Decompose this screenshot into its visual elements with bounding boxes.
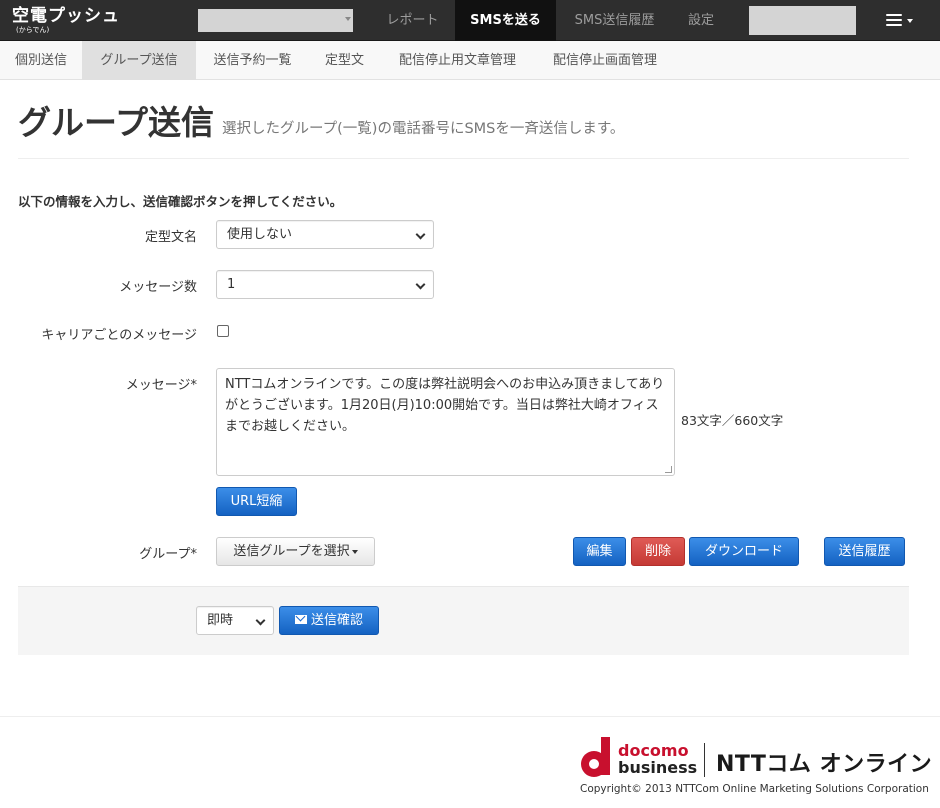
hamburger-icon: [886, 14, 902, 29]
tab-group-send[interactable]: グループ送信: [82, 41, 196, 80]
chevron-down-icon: [415, 279, 426, 290]
sub-navigation: 個別送信 グループ送信 送信予約一覧 定型文 配信停止用文章管理 配信停止画面管…: [0, 41, 940, 80]
message-count-label: メッセージ数: [119, 280, 197, 295]
send-confirm-label: 送信確認: [310, 613, 363, 628]
business-logo-text: business: [618, 758, 698, 777]
tab-unsubscribe-page[interactable]: 配信停止画面管理: [535, 41, 675, 80]
send-timing-value: 即時: [207, 613, 234, 628]
tab-templates[interactable]: 定型文: [309, 41, 380, 80]
template-label: 定型文名: [144, 230, 197, 245]
download-button[interactable]: ダウンロード: [689, 537, 799, 566]
tab-scheduled-list[interactable]: 送信予約一覧: [196, 41, 309, 80]
docomo-d-logo-icon: [581, 737, 610, 777]
carrier-message-label: キャリアごとのメッセージ: [41, 328, 197, 343]
submit-panel: [18, 586, 909, 655]
footer-divider: [0, 716, 940, 717]
char-count: 83文字／660文字: [681, 413, 784, 428]
redacted-account-area: [749, 6, 856, 35]
brand-logo[interactable]: 空電プッシュ (からでん): [12, 6, 120, 34]
message-textarea[interactable]: NTTコムオンラインです。この度は弊社説明会へのお申込み頂きましてありがとうござ…: [216, 368, 675, 476]
chevron-down-icon: [345, 17, 351, 21]
message-count-value: 1: [227, 277, 236, 292]
instruction-text: 以下の情報を入力し、送信確認ボタンを押してください。: [18, 194, 343, 209]
ntt-com-online-logo: NTTコム オンライン: [716, 752, 933, 777]
message-label: メッセージ*: [125, 378, 197, 393]
group-select-label: 送信グループを選択: [233, 544, 350, 559]
tab-individual-send[interactable]: 個別送信: [0, 41, 82, 80]
send-timing-select[interactable]: 即時: [196, 606, 274, 635]
divider: [18, 158, 909, 159]
nav-sms-history[interactable]: SMS送信履歴: [556, 0, 673, 41]
chevron-down-icon: [255, 615, 266, 626]
group-select-button[interactable]: 送信グループを選択: [216, 537, 375, 566]
top-navbar: 空電プッシュ (からでん) レポート SMSを送る SMS送信履歴 設定: [0, 0, 940, 41]
brand-reading: (からでん): [16, 26, 50, 34]
docomo-logo-text: docomo: [618, 741, 689, 760]
nav-send-sms[interactable]: SMSを送る: [455, 0, 556, 41]
send-history-button[interactable]: 送信履歴: [824, 537, 905, 566]
template-select[interactable]: 使用しない: [216, 220, 434, 249]
carrier-message-checkbox[interactable]: [217, 325, 229, 337]
caret-down-icon: [351, 549, 358, 554]
send-confirm-button[interactable]: 送信確認: [279, 606, 379, 635]
edit-button[interactable]: 編集: [573, 537, 626, 566]
nav-settings[interactable]: 設定: [673, 0, 729, 41]
template-selected-value: 使用しない: [227, 227, 293, 242]
page-title: グループ送信: [18, 103, 215, 142]
chevron-down-icon: [415, 229, 426, 240]
tab-unsubscribe-text[interactable]: 配信停止用文章管理: [380, 41, 535, 80]
copyright-text: Copyright© 2013 NTTCom Online Marketing …: [580, 783, 929, 795]
logo-separator: [704, 743, 705, 777]
menu-button[interactable]: [874, 0, 924, 41]
message-text: NTTコムオンラインです。この度は弊社説明会へのお申込み頂きましてありがとうござ…: [225, 377, 665, 434]
message-count-select[interactable]: 1: [216, 270, 434, 299]
delete-button[interactable]: 削除: [631, 537, 685, 566]
url-shorten-button[interactable]: URL短縮: [216, 487, 297, 516]
page-description: 選択したグループ(一覧)の電話番号にSMSを一斉送信します。: [222, 121, 625, 137]
resize-handle-icon[interactable]: [665, 466, 672, 473]
envelope-icon: [294, 615, 307, 624]
redacted-nav-area: [198, 9, 353, 32]
group-label: グループ*: [139, 547, 197, 562]
nav-report[interactable]: レポート: [370, 0, 455, 41]
chevron-down-icon: [907, 19, 913, 23]
brand-name: 空電プッシュ: [12, 6, 120, 26]
